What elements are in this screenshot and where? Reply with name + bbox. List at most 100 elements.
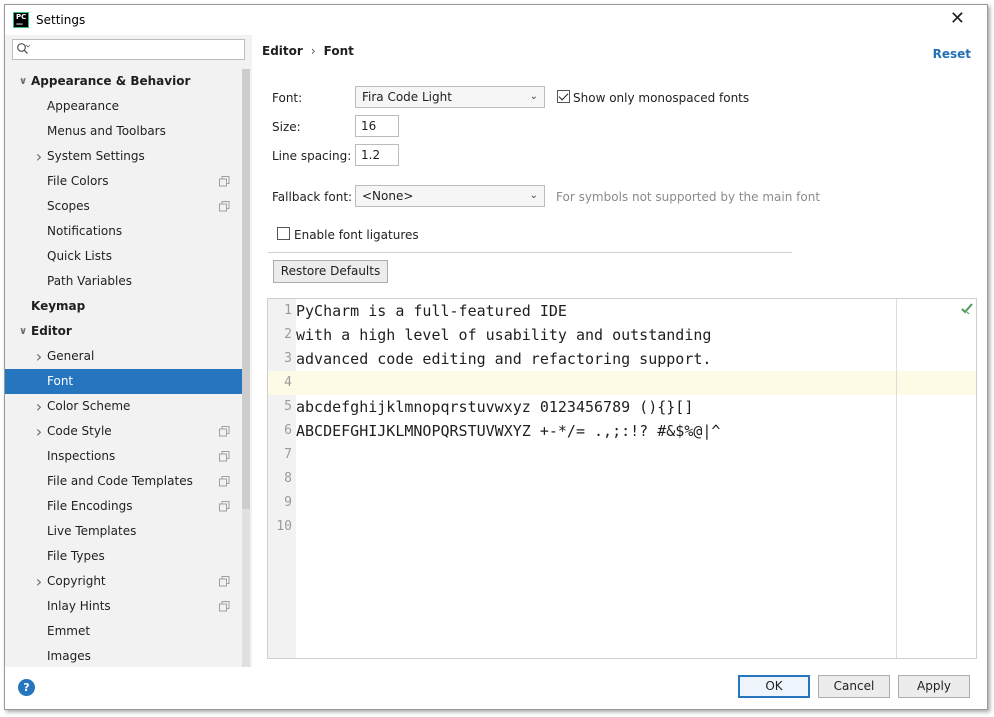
size-label: Size:	[272, 120, 301, 134]
sidebar-item-label: Path Variables	[47, 274, 133, 288]
chevron-down-icon: ⌄	[529, 91, 538, 102]
sidebar-item[interactable]: ∨ Appearance & Behavior	[5, 69, 242, 94]
sidebar-item-label: Live Templates	[47, 524, 137, 538]
code-line[interactable]: 9	[268, 491, 976, 515]
sidebar-scrollbar-thumb[interactable]	[242, 69, 250, 509]
breadcrumb-separator-icon: ›	[310, 44, 316, 58]
line-number: 6	[284, 423, 292, 438]
code-line[interactable]: 7	[268, 443, 976, 467]
settings-window: PC — Settings ✕ ∨ Appearance & Behavior App…	[4, 4, 988, 710]
ligatures-label[interactable]: Enable font ligatures	[294, 228, 419, 242]
sidebar-item[interactable]: Font	[5, 369, 242, 394]
fallback-font-combo[interactable]: <None> ⌄	[355, 185, 545, 207]
settings-tree: ∨ Appearance & Behavior Appearance Menus an…	[5, 69, 242, 669]
chevron-right-icon[interactable]: ›	[33, 344, 45, 369]
sidebar-item[interactable]: Emmet	[5, 619, 242, 644]
sidebar-item[interactable]: › Copyright	[5, 569, 242, 594]
line-number: 8	[284, 471, 292, 486]
code-text: with a high level of usability and outst…	[296, 326, 712, 344]
sidebar-item[interactable]: Quick Lists	[5, 244, 242, 269]
sidebar-item[interactable]: Menus and Toolbars	[5, 119, 242, 144]
code-text: advanced code editing and refactoring su…	[296, 350, 712, 368]
sidebar-item-label: Menus and Toolbars	[47, 124, 166, 138]
monospaced-checkbox[interactable]	[557, 90, 570, 103]
inspection-ok-icon[interactable]	[960, 301, 974, 315]
sidebar-item[interactable]: Path Variables	[5, 269, 242, 294]
code-line[interactable]: 8	[268, 467, 976, 491]
code-line[interactable]: 6 ABCDEFGHIJKLMNOPQRSTUVWXYZ +-*/= .,;:!?…	[268, 419, 976, 443]
code-text: PyCharm is a full-featured IDE	[296, 302, 567, 320]
sidebar-item-label: Code Style	[47, 424, 112, 438]
sidebar-item[interactable]: Notifications	[5, 219, 242, 244]
sidebar-item-label: Color Scheme	[47, 399, 131, 413]
restore-defaults-button[interactable]: Restore Defaults	[273, 260, 388, 283]
code-line[interactable]: 1 PyCharm is a full-featured IDE	[268, 299, 976, 323]
breadcrumb: Editor › Font	[262, 44, 354, 58]
sidebar-item[interactable]: Keymap	[5, 294, 242, 319]
search-icon	[17, 43, 30, 54]
chevron-right-icon[interactable]: ›	[33, 419, 45, 444]
reset-link[interactable]: Reset	[933, 47, 971, 61]
line-number: 5	[284, 399, 292, 414]
font-combo[interactable]: Fira Code Light ⌄	[355, 86, 545, 108]
sidebar-item-label: System Settings	[47, 149, 145, 163]
code-line[interactable]: 5 abcdefghijklmnopqrstuvwxyz 0123456789 (…	[268, 395, 976, 419]
line-number: 3	[284, 351, 292, 366]
code-line[interactable]: 3 advanced code editing and refactoring s…	[268, 347, 976, 371]
sidebar-item-label: Images	[47, 649, 91, 663]
code-line[interactable]: 4	[268, 371, 976, 395]
sidebar-item[interactable]: Appearance	[5, 94, 242, 119]
sidebar-item-label: Keymap	[31, 299, 86, 313]
code-line[interactable]: 2 with a high level of usability and outs…	[268, 323, 976, 347]
sidebar-item-label: Appearance	[47, 99, 120, 113]
sidebar-item[interactable]: File Types	[5, 544, 242, 569]
line-spacing-field[interactable]: 1.2	[355, 144, 399, 166]
sidebar-item[interactable]: ∨ Editor	[5, 319, 242, 344]
ok-button[interactable]: OK	[738, 675, 810, 698]
sidebar-item[interactable]: › General	[5, 344, 242, 369]
breadcrumb-parent[interactable]: Editor	[262, 44, 303, 58]
sidebar-item-label: File Colors	[47, 174, 109, 188]
fallback-font-value: <None>	[362, 189, 414, 203]
chevron-down-icon[interactable]: ∨	[17, 69, 29, 94]
fallback-font-hint: For symbols not supported by the main fo…	[556, 190, 821, 204]
close-icon[interactable]: ✕	[950, 8, 965, 29]
ligatures-checkbox[interactable]	[277, 227, 290, 240]
sidebar-scrollbar[interactable]	[242, 69, 250, 667]
apply-button[interactable]: Apply	[898, 675, 970, 698]
sidebar-item[interactable]: Live Templates	[5, 519, 242, 544]
cancel-button[interactable]: Cancel	[818, 675, 890, 698]
sidebar-item[interactable]: › System Settings	[5, 144, 242, 169]
sidebar-item-label: Emmet	[47, 624, 91, 638]
sidebar-item[interactable]: Images	[5, 644, 242, 669]
chevron-right-icon[interactable]: ›	[33, 394, 45, 419]
sidebar-item[interactable]: › Color Scheme	[5, 394, 242, 419]
sidebar-item[interactable]: Inlay Hints	[5, 594, 242, 619]
project-scope-icon	[219, 576, 230, 587]
project-scope-icon	[219, 201, 230, 212]
sidebar-item[interactable]: File Colors	[5, 169, 242, 194]
fallback-font-label: Fallback font:	[272, 190, 353, 204]
help-icon[interactable]: ?	[18, 679, 35, 696]
sidebar-item[interactable]: › Code Style	[5, 419, 242, 444]
sidebar-item-label: File and Code Templates	[47, 474, 193, 488]
size-field[interactable]: 16	[355, 115, 399, 137]
sidebar-item-label: Scopes	[47, 199, 90, 213]
font-label: Font:	[272, 91, 303, 105]
search-input[interactable]	[12, 39, 245, 60]
monospaced-label[interactable]: Show only monospaced fonts	[573, 91, 749, 105]
sidebar-item-label: Notifications	[47, 224, 123, 238]
chevron-right-icon[interactable]: ›	[33, 144, 45, 169]
code-line[interactable]: 10	[268, 515, 976, 539]
font-preview-editor[interactable]: 1 PyCharm is a full-featured IDE 2 with a h…	[267, 298, 977, 659]
sidebar-item[interactable]: File Encodings	[5, 494, 242, 519]
sidebar-item[interactable]: File and Code Templates	[5, 469, 242, 494]
chevron-right-icon[interactable]: ›	[33, 569, 45, 594]
line-spacing-label: Line spacing:	[272, 149, 352, 163]
font-combo-value: Fira Code Light	[362, 90, 452, 104]
sidebar-item[interactable]: Inspections	[5, 444, 242, 469]
chevron-down-icon[interactable]: ∨	[17, 319, 29, 344]
sidebar-item[interactable]: Scopes	[5, 194, 242, 219]
code-text: abcdefghijklmnopqrstuvwxyz 0123456789 ()…	[296, 398, 694, 416]
line-number: 9	[284, 495, 292, 510]
